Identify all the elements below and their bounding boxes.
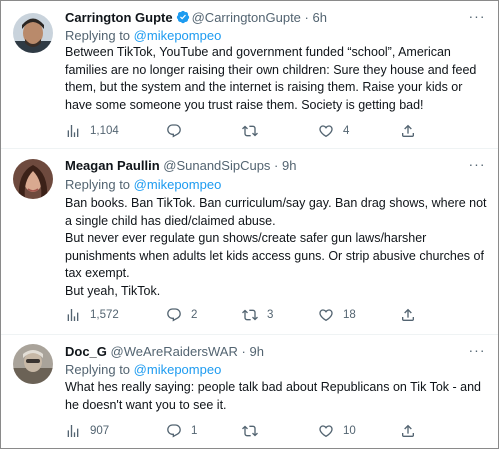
tweet[interactable]: Carrington Gupte @CarringtonGupte · 6h ··… bbox=[1, 1, 498, 149]
views-count: 907 bbox=[90, 425, 110, 437]
tweet-line: tax exempt. bbox=[65, 266, 130, 280]
avatar[interactable] bbox=[13, 159, 53, 199]
tweet-line: he doesn't want you to see it. bbox=[65, 397, 227, 412]
share-icon bbox=[400, 123, 416, 139]
author-handle[interactable]: @SunandSipCups bbox=[163, 158, 270, 173]
like-icon bbox=[318, 123, 334, 139]
tweet-line: Ban books. Ban TikTok. Ban curriculum/sa… bbox=[65, 196, 487, 210]
replying-to: Replying to @mikepompeo bbox=[65, 177, 221, 193]
views-icon bbox=[65, 307, 81, 323]
tweet-header: Meagan Paullin @SunandSipCups · 9h bbox=[65, 158, 296, 174]
timestamp[interactable]: 9h bbox=[282, 158, 296, 173]
tweet[interactable]: Doc_G @WeAreRaidersWAR · 9h ··· Replying… bbox=[1, 335, 498, 448]
reply-button[interactable]: 2 bbox=[166, 306, 197, 324]
action-bar: 907 1 10 bbox=[65, 422, 425, 440]
timestamp[interactable]: 6h bbox=[313, 10, 327, 25]
retweet-icon bbox=[242, 307, 258, 323]
tweet-line: have some someone you trust raise them. … bbox=[65, 97, 424, 112]
reply-thread: Carrington Gupte @CarringtonGupte · 6h ··… bbox=[0, 0, 499, 449]
share-button[interactable] bbox=[400, 306, 416, 324]
verified-badge-icon bbox=[176, 10, 190, 28]
replying-label: Replying to bbox=[65, 362, 131, 377]
replying-to: Replying to @mikepompeo bbox=[65, 362, 221, 378]
like-count: 18 bbox=[343, 309, 356, 321]
tweet-line: But never ever regulate gun shows/create… bbox=[65, 231, 427, 245]
separator-dot: · bbox=[304, 10, 309, 25]
reply-count: 2 bbox=[191, 309, 198, 321]
views-icon bbox=[65, 123, 81, 139]
more-options-icon[interactable]: ··· bbox=[468, 343, 486, 361]
tweet-text: Ban books. Ban TikTok. Ban curriculum/sa… bbox=[65, 195, 497, 300]
action-bar: 1,572 2 3 18 bbox=[65, 306, 425, 324]
retweet-icon bbox=[242, 123, 258, 139]
share-button[interactable] bbox=[400, 122, 416, 140]
author-name[interactable]: Doc_G bbox=[65, 344, 107, 359]
tweet-header: Carrington Gupte @CarringtonGupte · 6h bbox=[65, 10, 327, 28]
like-icon bbox=[318, 423, 334, 439]
avatar[interactable] bbox=[13, 344, 53, 384]
views-icon bbox=[65, 423, 81, 439]
views-button[interactable]: 907 bbox=[65, 422, 109, 440]
tweet-line: a single child has died/claimed abuse. bbox=[65, 213, 276, 228]
reply-count: 1 bbox=[191, 425, 198, 437]
like-button[interactable]: 10 bbox=[318, 422, 356, 440]
views-count: 1,104 bbox=[90, 125, 119, 137]
more-options-icon[interactable]: ··· bbox=[468, 9, 486, 27]
reply-icon bbox=[166, 307, 182, 323]
views-button[interactable]: 1,104 bbox=[65, 122, 119, 140]
author-name[interactable]: Meagan Paullin bbox=[65, 158, 160, 173]
tweet-text: Between TikTok, YouTube and government f… bbox=[65, 44, 497, 114]
separator-dot: · bbox=[241, 344, 246, 359]
reply-icon bbox=[166, 123, 182, 139]
more-options-icon[interactable]: ··· bbox=[468, 157, 486, 175]
share-icon bbox=[400, 423, 416, 439]
tweet-line: families are no longer raising their own… bbox=[65, 62, 477, 77]
replying-mention[interactable]: @mikepompeo bbox=[134, 28, 222, 43]
tweet-header: Doc_G @WeAreRaidersWAR · 9h bbox=[65, 344, 264, 360]
replying-mention[interactable]: @mikepompeo bbox=[134, 177, 222, 192]
retweet-count: 3 bbox=[267, 309, 274, 321]
replying-label: Replying to bbox=[65, 28, 131, 43]
tweet-line: them, but the system and the internet is… bbox=[65, 80, 463, 94]
retweet-button[interactable] bbox=[242, 422, 267, 440]
author-handle[interactable]: @WeAreRaidersWAR bbox=[111, 344, 238, 359]
tweet-line: Between TikTok, YouTube and government f… bbox=[65, 45, 451, 59]
like-button[interactable]: 18 bbox=[318, 306, 356, 324]
replying-to: Replying to @mikepompeo bbox=[65, 28, 221, 44]
separator-dot: · bbox=[274, 158, 279, 173]
share-icon bbox=[400, 307, 416, 323]
tweet-line: punishments when adults let kids access … bbox=[65, 248, 484, 263]
like-count: 4 bbox=[343, 125, 350, 137]
tweet-line: But yeah, TikTok. bbox=[65, 283, 161, 298]
replying-mention[interactable]: @mikepompeo bbox=[134, 362, 222, 377]
author-name[interactable]: Carrington Gupte bbox=[65, 10, 173, 25]
tweet[interactable]: Meagan Paullin @SunandSipCups · 9h ··· R… bbox=[1, 149, 498, 335]
reply-button[interactable] bbox=[166, 122, 191, 140]
avatar[interactable] bbox=[13, 13, 53, 53]
tweet-text: What hes really saying: people talk bad … bbox=[65, 379, 497, 414]
timestamp[interactable]: 9h bbox=[249, 344, 263, 359]
tweet-line: What hes really saying: people talk bad … bbox=[65, 380, 481, 394]
views-button[interactable]: 1,572 bbox=[65, 306, 119, 324]
retweet-button[interactable]: 3 bbox=[242, 306, 273, 324]
reply-button[interactable]: 1 bbox=[166, 422, 197, 440]
like-icon bbox=[318, 307, 334, 323]
like-button[interactable]: 4 bbox=[318, 122, 349, 140]
action-bar: 1,104 4 bbox=[65, 122, 425, 140]
reply-icon bbox=[166, 423, 182, 439]
share-button[interactable] bbox=[400, 422, 416, 440]
replying-label: Replying to bbox=[65, 177, 131, 192]
retweet-button[interactable] bbox=[242, 122, 267, 140]
views-count: 1,572 bbox=[90, 309, 119, 321]
like-count: 10 bbox=[343, 425, 356, 437]
retweet-icon bbox=[242, 423, 258, 439]
author-handle[interactable]: @CarringtonGupte bbox=[192, 10, 301, 25]
